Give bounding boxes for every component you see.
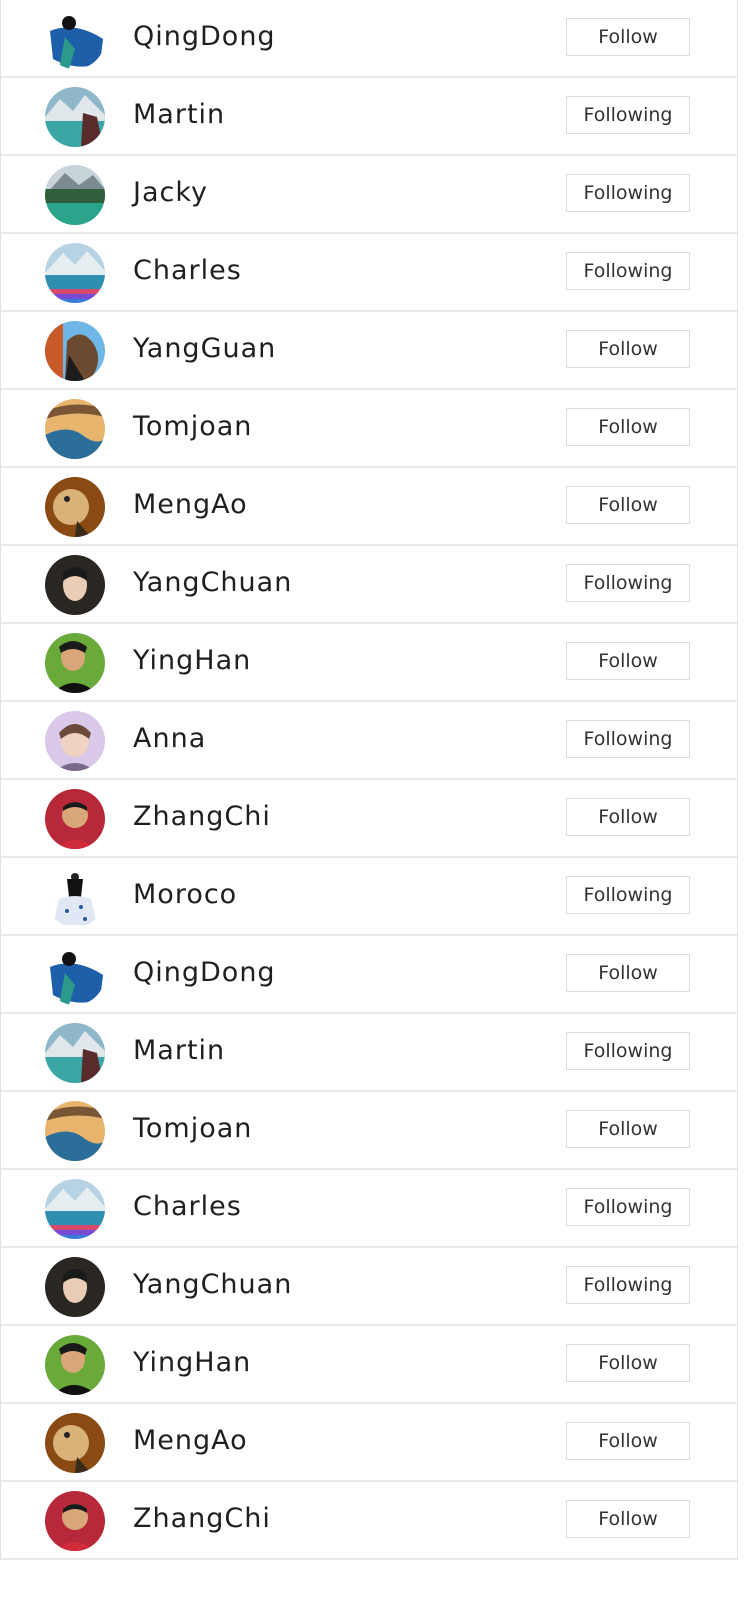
follow-button[interactable]: Follow xyxy=(566,1110,690,1148)
user-name: QingDong xyxy=(133,957,276,988)
follow-button[interactable]: Follow xyxy=(566,1422,690,1460)
user-name: Charles xyxy=(133,1191,242,1222)
list-item[interactable]: Charles Following xyxy=(1,1170,737,1248)
follow-button[interactable]: Follow xyxy=(566,1500,690,1538)
avatar[interactable] xyxy=(45,243,105,303)
list-item[interactable]: YangChuan Following xyxy=(1,546,737,624)
list-item[interactable]: MengAo Follow xyxy=(1,1404,737,1482)
avatar[interactable] xyxy=(45,1257,105,1317)
user-name: Moroco xyxy=(133,879,238,910)
list-item[interactable]: YangChuan Following xyxy=(1,1248,737,1326)
follow-button[interactable]: Following xyxy=(566,174,690,212)
user-name: QingDong xyxy=(133,21,276,52)
user-name: MengAo xyxy=(133,489,248,520)
list-item[interactable]: YingHan Follow xyxy=(1,624,737,702)
follow-button[interactable]: Follow xyxy=(566,798,690,836)
list-item[interactable]: Jacky Following xyxy=(1,156,737,234)
list-item[interactable]: MengAo Follow xyxy=(1,468,737,546)
list-item[interactable]: QingDong Follow xyxy=(1,0,737,78)
avatar[interactable] xyxy=(45,555,105,615)
list-item[interactable]: ZhangChi Follow xyxy=(1,780,737,858)
follow-button[interactable]: Follow xyxy=(566,1344,690,1382)
list-item[interactable]: Moroco Following xyxy=(1,858,737,936)
list-item[interactable]: YangGuan Follow xyxy=(1,312,737,390)
user-name: MengAo xyxy=(133,1425,248,1456)
list-item[interactable]: QingDong Follow xyxy=(1,936,737,1014)
user-name: ZhangChi xyxy=(133,801,271,832)
follow-button[interactable]: Following xyxy=(566,1032,690,1070)
user-name: YangChuan xyxy=(133,1269,293,1300)
user-name: Anna xyxy=(133,723,207,754)
user-name: YangGuan xyxy=(133,333,277,364)
avatar[interactable] xyxy=(45,399,105,459)
follow-button[interactable]: Follow xyxy=(566,954,690,992)
avatar[interactable] xyxy=(45,1491,105,1551)
list-item[interactable]: ZhangChi Follow xyxy=(1,1482,737,1560)
avatar[interactable] xyxy=(45,1413,105,1473)
user-name: Martin xyxy=(133,99,226,130)
list-item[interactable]: Tomjoan Follow xyxy=(1,1092,737,1170)
avatar[interactable] xyxy=(45,165,105,225)
avatar[interactable] xyxy=(45,321,105,381)
user-name: YingHan xyxy=(133,1347,252,1378)
follow-button[interactable]: Following xyxy=(566,1188,690,1226)
avatar[interactable] xyxy=(45,1101,105,1161)
list-item[interactable]: Martin Following xyxy=(1,1014,737,1092)
user-name: Martin xyxy=(133,1035,226,1066)
follow-button[interactable]: Following xyxy=(566,876,690,914)
follow-button[interactable]: Follow xyxy=(566,642,690,680)
follow-button[interactable]: Follow xyxy=(566,330,690,368)
avatar[interactable] xyxy=(45,945,105,1005)
follow-button[interactable]: Follow xyxy=(566,408,690,446)
avatar[interactable] xyxy=(45,1179,105,1239)
avatar[interactable] xyxy=(45,789,105,849)
avatar[interactable] xyxy=(45,477,105,537)
follow-button[interactable]: Following xyxy=(566,1266,690,1304)
list-item[interactable]: Martin Following xyxy=(1,78,737,156)
follow-button[interactable]: Follow xyxy=(566,18,690,56)
list-item[interactable]: Anna Following xyxy=(1,702,737,780)
avatar[interactable] xyxy=(45,9,105,69)
avatar[interactable] xyxy=(45,633,105,693)
list-item[interactable]: YingHan Follow xyxy=(1,1326,737,1404)
follow-button[interactable]: Follow xyxy=(566,486,690,524)
avatar[interactable] xyxy=(45,1023,105,1083)
avatar[interactable] xyxy=(45,867,105,927)
avatar[interactable] xyxy=(45,87,105,147)
user-name: Tomjoan xyxy=(133,411,253,442)
follow-button[interactable]: Following xyxy=(566,252,690,290)
avatar[interactable] xyxy=(45,1335,105,1395)
user-list: QingDong Follow Martin Following Jacky F… xyxy=(0,0,738,1560)
follow-button[interactable]: Following xyxy=(566,96,690,134)
user-name: Jacky xyxy=(133,177,209,208)
list-item[interactable]: Charles Following xyxy=(1,234,737,312)
user-name: ZhangChi xyxy=(133,1503,271,1534)
avatar[interactable] xyxy=(45,711,105,771)
user-name: Tomjoan xyxy=(133,1113,253,1144)
user-name: YingHan xyxy=(133,645,252,676)
follow-button[interactable]: Following xyxy=(566,564,690,602)
follow-button[interactable]: Following xyxy=(566,720,690,758)
user-name: YangChuan xyxy=(133,567,293,598)
list-item[interactable]: Tomjoan Follow xyxy=(1,390,737,468)
user-name: Charles xyxy=(133,255,242,286)
